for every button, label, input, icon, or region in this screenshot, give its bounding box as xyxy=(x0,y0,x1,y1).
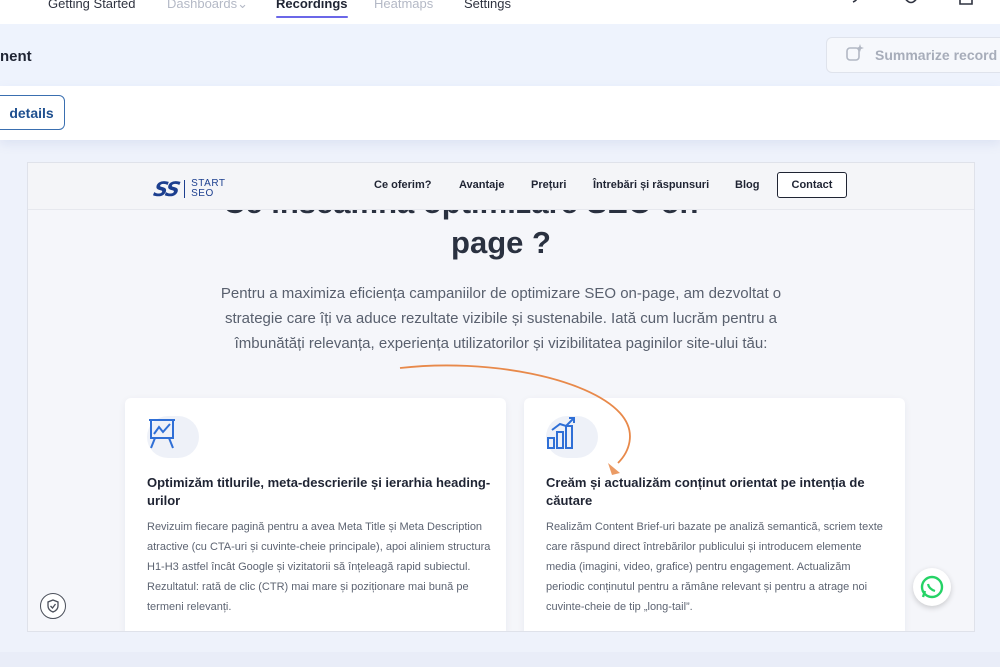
tab-getting-started[interactable]: Getting Started xyxy=(48,0,135,11)
calendar-icon[interactable] xyxy=(958,0,974,13)
details-button[interactable]: details xyxy=(0,95,65,130)
tab-settings[interactable]: Settings xyxy=(464,0,511,11)
session-title: nent xyxy=(0,48,32,65)
sparkle-icon xyxy=(845,43,865,68)
recording-player[interactable]: Ce înseamnă optimizare SEO on SS STARTSE… xyxy=(27,162,975,632)
tab-dashboards-label: Dashboards xyxy=(167,0,238,11)
player-bottom-area xyxy=(0,652,1000,667)
mouse-trail xyxy=(399,364,631,475)
shield-check-icon[interactable] xyxy=(40,593,66,619)
app-top-nav: Getting Started Dashboards⌄ Recordings H… xyxy=(0,0,1000,24)
details-row: details xyxy=(0,86,1000,140)
tab-dashboards[interactable]: Dashboards⌄ xyxy=(167,0,248,12)
chevron-down-icon: ⌄ xyxy=(237,0,249,11)
tab-recordings[interactable]: Recordings xyxy=(276,0,348,18)
summarize-recording-button[interactable]: Summarize record xyxy=(826,37,1000,73)
tab-heatmaps[interactable]: Heatmaps xyxy=(374,0,433,11)
session-header: nent Summarize record xyxy=(0,24,1000,86)
notification-icon[interactable] xyxy=(902,0,920,13)
summarize-label: Summarize record xyxy=(875,47,998,63)
help-icon[interactable] xyxy=(846,0,860,13)
whatsapp-icon[interactable] xyxy=(913,568,951,606)
